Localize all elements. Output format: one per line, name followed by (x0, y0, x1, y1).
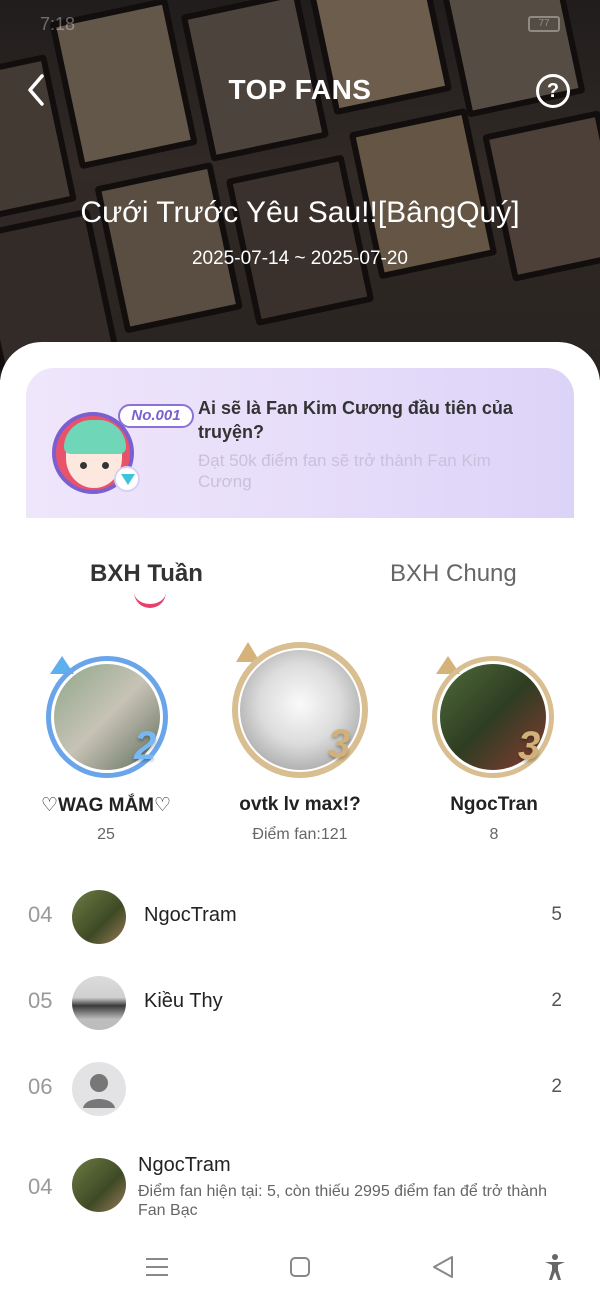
tab-weekly[interactable]: BXH Tuần (90, 560, 203, 588)
fan-points: 2 (551, 990, 562, 1011)
rank-badge: No.001 (118, 404, 194, 428)
back-triangle-icon[interactable] (428, 1252, 458, 1282)
podium-name: ovtk lv max!? (239, 794, 361, 815)
diamond-fan-banner[interactable]: No.001 Ai sẽ là Fan Kim Cương đầu tiên c… (26, 368, 574, 518)
battery-icon: 77 (528, 16, 560, 32)
page-title: TOP FANS (228, 74, 372, 105)
list-item[interactable]: 04 NgocTram 5 (0, 882, 600, 952)
date-range: 2025-07-14 ~ 2025-07-20 (191, 248, 409, 269)
system-nav-bar (0, 1236, 600, 1300)
leaderboard-sheet: No.001 Ai sẽ là Fan Kim Cương đầu tiên c… (0, 342, 600, 1300)
accessibility-icon[interactable] (540, 1252, 570, 1282)
menu-icon[interactable] (142, 1252, 172, 1282)
rank-number: 04 (28, 1174, 53, 1199)
podium-name: NgocTran (450, 794, 538, 815)
avatar (72, 890, 126, 944)
help-button[interactable]: ? (536, 74, 570, 108)
user-name: NgocTram (138, 1154, 231, 1176)
banner-subtitle: Đạt 50k điểm fan sẽ trở thành Fan Kim Cư… (198, 451, 491, 491)
status-bar: 7:18 77 (40, 14, 560, 38)
fan-status-text: Điểm fan hiện tại: 5, còn thiếu 2995 điể… (138, 1183, 547, 1219)
avatar (72, 1158, 126, 1212)
user-name: NgocTram (144, 904, 237, 926)
avatar (72, 976, 126, 1030)
podium-score: 8 (489, 826, 499, 843)
podium-name: ♡WAG MẮM♡ (40, 795, 172, 816)
default-avatar-icon (72, 1062, 126, 1116)
tab-overall[interactable]: BXH Chung (390, 560, 517, 588)
home-icon[interactable] (285, 1252, 315, 1282)
story-title: Cưới Trước Yêu Sau!![BângQuý] (80, 196, 520, 229)
rank-number: 3 (518, 724, 541, 768)
header-background (0, 0, 600, 380)
fan-points: 5 (551, 904, 562, 925)
user-name: Kiều Thy (144, 990, 223, 1012)
active-tab-indicator (134, 592, 166, 608)
rank-number: 2 (134, 724, 157, 768)
podium-score: Điểm fan:121 (252, 826, 348, 843)
list-item[interactable]: 05 Kiều Thy 2 (0, 968, 600, 1038)
rank-number: 04 (28, 902, 53, 927)
rank-number: 06 (28, 1074, 53, 1099)
my-rank-row[interactable]: 04 NgocTram Điểm fan hiện tại: 5, còn th… (0, 1150, 600, 1230)
list-item[interactable]: 06 2 (0, 1054, 600, 1124)
rank-number: 3 (328, 722, 351, 766)
banner-title: Ai sẽ là Fan Kim Cương đầu tiên của truy… (198, 398, 513, 442)
diamond-icon (114, 466, 140, 492)
fan-points: 2 (551, 1076, 562, 1097)
status-time: 7:18 (40, 14, 76, 34)
podium-score: 25 (97, 826, 115, 843)
rank-number: 05 (28, 988, 53, 1013)
